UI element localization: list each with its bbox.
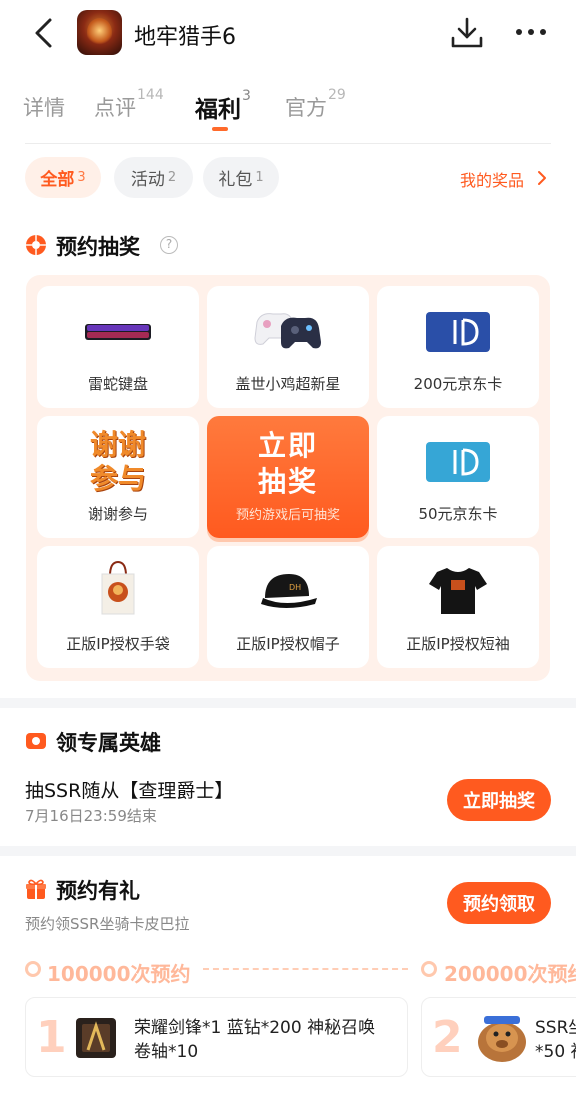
prize-label: 正版IP授权手袋 bbox=[66, 635, 170, 653]
filter-count: 2 bbox=[167, 170, 177, 185]
tab-count: 3 bbox=[242, 88, 251, 105]
milestone-clip: 200000次预约 bbox=[444, 958, 576, 987]
app-title: 地牢猎手6 bbox=[134, 25, 236, 50]
prize-thanks: 谢谢 参与 谢谢参与 bbox=[37, 416, 199, 538]
prize-label: 50元京东卡 bbox=[418, 505, 498, 523]
reserve-section-title: 预约有礼 bbox=[56, 879, 140, 903]
tote-bag-icon bbox=[101, 560, 135, 615]
lottery-title: 预约抽奖 bbox=[56, 235, 140, 259]
divider bbox=[25, 143, 551, 144]
filter-all[interactable]: 全部 3 bbox=[25, 157, 101, 198]
prize-jd-card-50: 50元京东卡 bbox=[377, 416, 539, 538]
keyboard-icon bbox=[85, 324, 151, 340]
prize-label: 盖世小鸡超新星 bbox=[235, 375, 341, 393]
prize-jd-card-200: 200元京东卡 bbox=[377, 286, 539, 408]
reward-text-line: SSR坐 bbox=[535, 1018, 576, 1038]
hero-section-title: 领专属英雄 bbox=[56, 731, 161, 755]
draw-button-text: 立即 抽奖 bbox=[207, 428, 369, 500]
tab-label: 福利 bbox=[195, 97, 241, 123]
reward-card: 1 荣耀剑锋*1 蓝钻*200 神秘召唤 卷轴*10 bbox=[25, 997, 408, 1077]
filter-label: 全部 bbox=[40, 170, 75, 190]
my-prizes-link[interactable]: 我的奖品 bbox=[460, 167, 524, 191]
reward-card-clip: 2 SSR坐 *50 神 bbox=[421, 997, 576, 1077]
tab-welfare[interactable]: 福利3 bbox=[195, 88, 251, 124]
filter-activity[interactable]: 活动 2 bbox=[114, 157, 193, 198]
reward-item-icon bbox=[76, 1018, 116, 1058]
chevron-right-icon[interactable] bbox=[536, 170, 548, 186]
section-divider bbox=[0, 698, 576, 708]
reward-card: 2 SSR坐 *50 神 bbox=[421, 997, 576, 1077]
reward-description: SSR坐 *50 神 bbox=[535, 1016, 576, 1064]
tab-reviews[interactable]: 点评144 bbox=[94, 87, 164, 122]
milestone-label: 200000次预约 bbox=[444, 962, 576, 986]
filter-count: 1 bbox=[255, 170, 264, 185]
milestone-dot bbox=[421, 961, 437, 977]
active-tab-indicator bbox=[212, 127, 228, 131]
draw-button-line: 立即 bbox=[257, 429, 318, 462]
draw-button-line: 抽奖 bbox=[257, 465, 318, 498]
lottery-draw-button[interactable]: 立即 抽奖 预约游戏后可抽奖 bbox=[207, 416, 369, 538]
reward-text-line: 卷轴*10 bbox=[134, 1042, 199, 1062]
milestone-dot bbox=[25, 961, 41, 977]
thanks-art-line: 参与 bbox=[89, 462, 146, 495]
top-bar: 地牢猎手6 bbox=[0, 0, 576, 66]
prize-label: 200元京东卡 bbox=[413, 375, 503, 393]
reward-index: 1 bbox=[36, 1012, 67, 1063]
filter-gift-pack[interactable]: 礼包 1 bbox=[203, 157, 279, 198]
prize-label: 雷蛇键盘 bbox=[87, 375, 148, 393]
reward-text-line: 荣耀剑锋*1 蓝钻*200 神秘召唤 bbox=[134, 1018, 376, 1038]
reward-index: 2 bbox=[432, 1012, 463, 1063]
tab-bar: 详情 点评144 福利3 官方29 bbox=[0, 80, 576, 140]
gift-card-icon bbox=[426, 312, 490, 352]
help-icon[interactable]: ? bbox=[160, 236, 178, 254]
thanks-art: 谢谢 参与 bbox=[78, 428, 158, 496]
section-divider bbox=[0, 846, 576, 856]
draw-button-note: 预约游戏后可抽奖 bbox=[235, 508, 340, 523]
tab-label: 官方 bbox=[285, 96, 327, 120]
reward-description: 荣耀剑锋*1 蓝钻*200 神秘召唤 卷轴*10 bbox=[134, 1016, 375, 1064]
hero-draw-button[interactable]: 立即抽奖 bbox=[447, 779, 551, 821]
prize-label: 谢谢参与 bbox=[87, 505, 148, 523]
filter-label: 活动 bbox=[130, 170, 165, 190]
reserve-subtitle: 预约领SSR坐骑卡皮巴拉 bbox=[25, 915, 190, 933]
filter-label: 礼包 bbox=[218, 170, 253, 190]
filter-count: 3 bbox=[77, 170, 86, 185]
prize-tshirt: 正版IP授权短袖 bbox=[377, 546, 539, 668]
hero-icon bbox=[26, 733, 46, 749]
svg-text:DH: DH bbox=[289, 583, 301, 592]
lottery-icon bbox=[26, 235, 46, 255]
tab-label: 点评 bbox=[94, 96, 136, 120]
gift-icon bbox=[26, 879, 46, 899]
reward-text-line: *50 神 bbox=[535, 1042, 576, 1062]
thanks-art-line: 谢谢 bbox=[89, 428, 146, 461]
back-arrow-icon[interactable] bbox=[28, 16, 58, 50]
gamepad-icon bbox=[254, 313, 321, 349]
capybara-icon bbox=[478, 1016, 526, 1062]
tshirt-icon bbox=[429, 568, 487, 614]
hero-reward-name: 抽SSR随从【查理爵士】 bbox=[25, 780, 234, 802]
tab-count: 29 bbox=[328, 87, 346, 103]
tab-label: 详情 bbox=[23, 96, 65, 120]
milestone-label: 100000次预约 bbox=[47, 962, 191, 986]
more-options-icon[interactable] bbox=[514, 20, 548, 44]
milestone-connector bbox=[203, 968, 408, 970]
hero-deadline: 7月16日23:59结束 bbox=[25, 807, 157, 825]
cap-icon: DH bbox=[261, 574, 317, 608]
prize-controller: 盖世小鸡超新星 bbox=[207, 286, 369, 408]
gift-card-icon bbox=[426, 442, 490, 482]
tab-details[interactable]: 详情 bbox=[23, 92, 65, 122]
prize-cap: DH 正版IP授权帽子 bbox=[207, 546, 369, 668]
tab-official[interactable]: 官方29 bbox=[285, 87, 346, 122]
tab-count: 144 bbox=[137, 87, 164, 103]
reserve-claim-button[interactable]: 预约领取 bbox=[447, 882, 551, 924]
app-icon bbox=[77, 10, 122, 55]
prize-keyboard: 雷蛇键盘 bbox=[37, 286, 199, 408]
prize-label: 正版IP授权短袖 bbox=[406, 635, 510, 653]
prize-tote-bag: 正版IP授权手袋 bbox=[37, 546, 199, 668]
download-icon[interactable] bbox=[450, 16, 484, 50]
prize-label: 正版IP授权帽子 bbox=[236, 635, 340, 653]
